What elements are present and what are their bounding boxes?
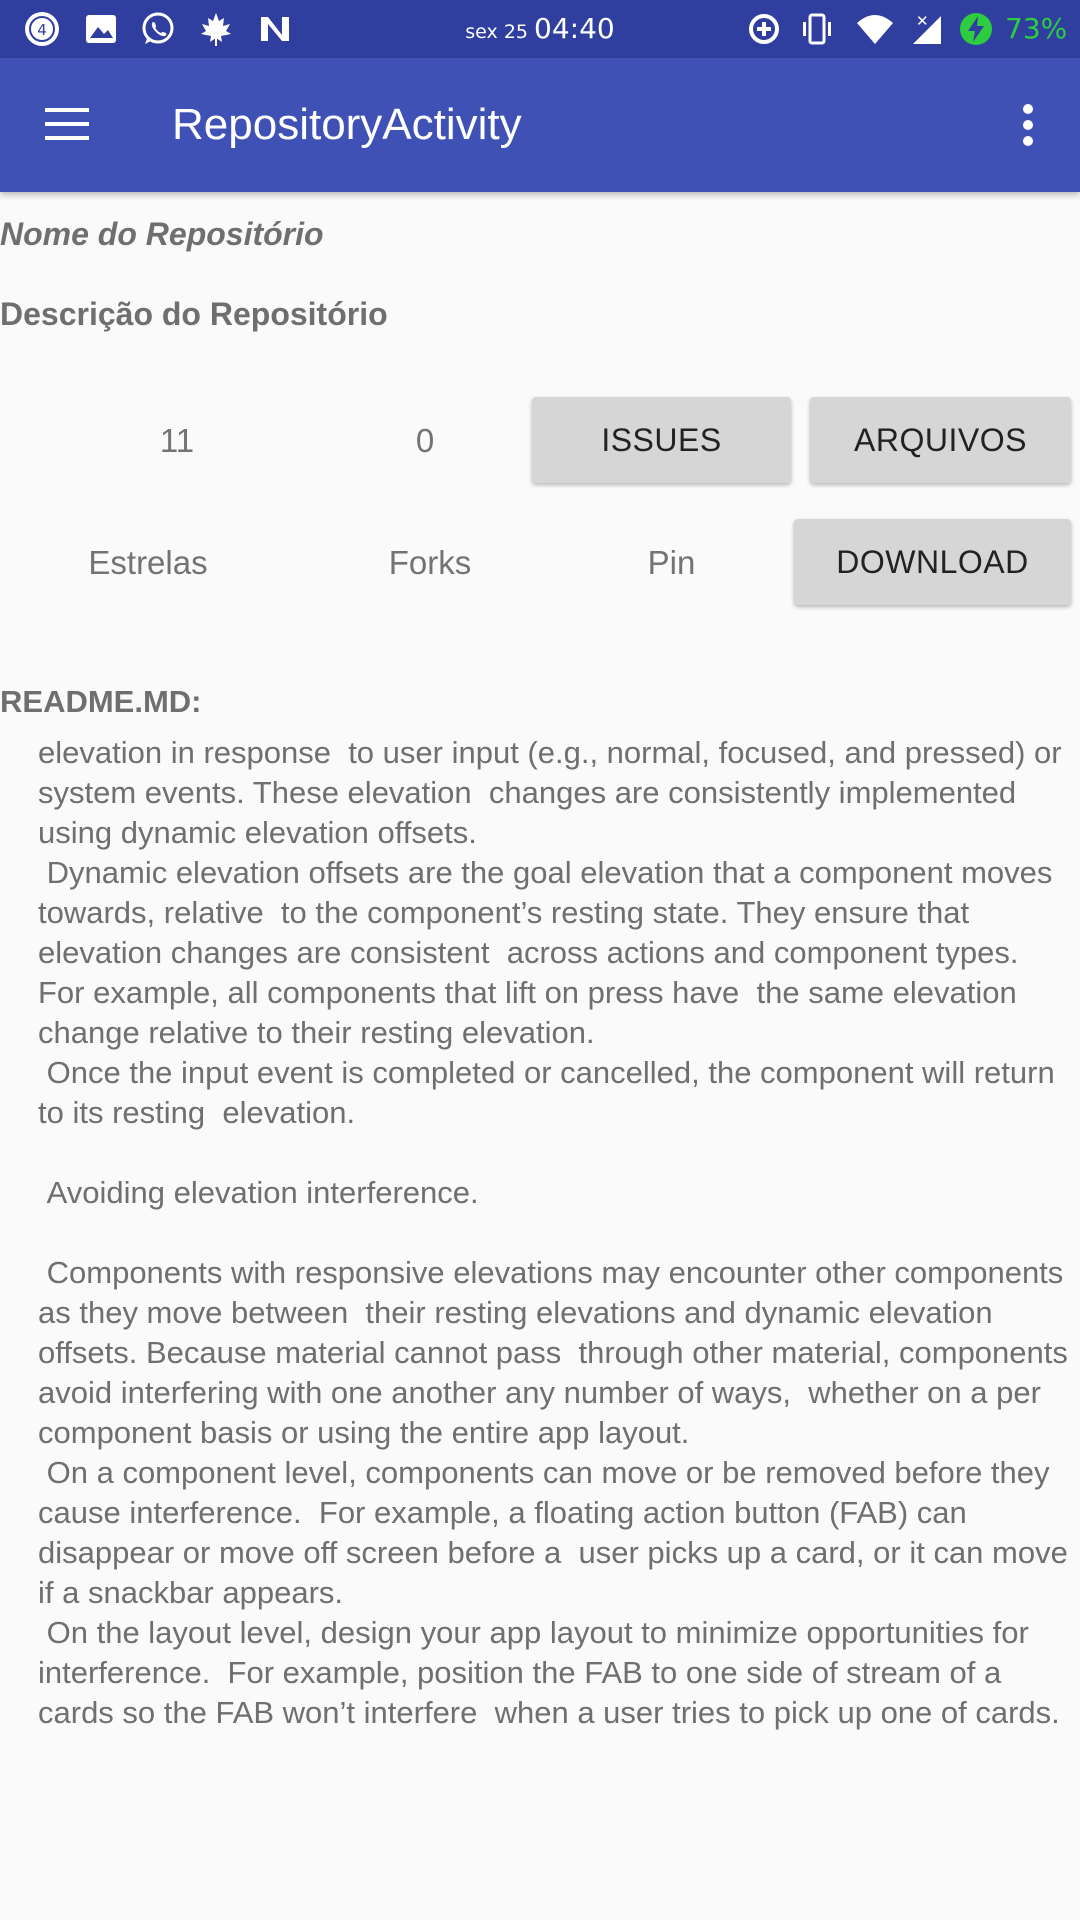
forks-count: 0 bbox=[415, 422, 435, 459]
vibrate-icon bbox=[803, 13, 831, 45]
download-button[interactable]: DOWNLOAD bbox=[794, 519, 1071, 605]
pin-label[interactable]: Pin bbox=[600, 538, 743, 588]
hamburger-menu-icon bbox=[45, 108, 89, 140]
status-day: sex 25 bbox=[465, 21, 528, 43]
files-button[interactable]: ARQUIVOS bbox=[810, 397, 1071, 483]
app-bar: RepositoryActivity bbox=[0, 58, 1080, 192]
readme-label: README.MD: bbox=[0, 684, 202, 719]
page-title: RepositoryActivity bbox=[172, 100, 522, 149]
battery-percent: 73% bbox=[1005, 12, 1068, 45]
data-saver-icon bbox=[749, 14, 779, 44]
forks-label: Forks bbox=[388, 544, 472, 581]
status-time: 04:40 bbox=[534, 12, 615, 45]
overflow-menu-button[interactable] bbox=[1000, 88, 1056, 162]
stars-label: Estrelas bbox=[88, 544, 208, 581]
stars-count: 11 bbox=[159, 422, 195, 459]
readme-scroll-area[interactable]: Some component types have responsive ele… bbox=[0, 737, 1080, 1920]
svg-text:✕: ✕ bbox=[916, 12, 929, 30]
repository-description: Descrição do Repositório bbox=[0, 296, 388, 332]
more-vert-icon bbox=[1023, 104, 1033, 146]
repository-name: Nome do Repositório bbox=[0, 216, 324, 252]
wifi-icon bbox=[857, 15, 893, 44]
menu-button[interactable] bbox=[27, 84, 107, 164]
issues-button[interactable]: ISSUES bbox=[532, 397, 791, 483]
status-bar: 4 sex 25 04:40 ✕ 73% bbox=[0, 0, 1080, 58]
battery-charging-icon bbox=[960, 13, 992, 45]
no-signal-icon: ✕ bbox=[913, 12, 941, 44]
readme-content: Some component types have responsive ele… bbox=[38, 737, 1068, 1730]
